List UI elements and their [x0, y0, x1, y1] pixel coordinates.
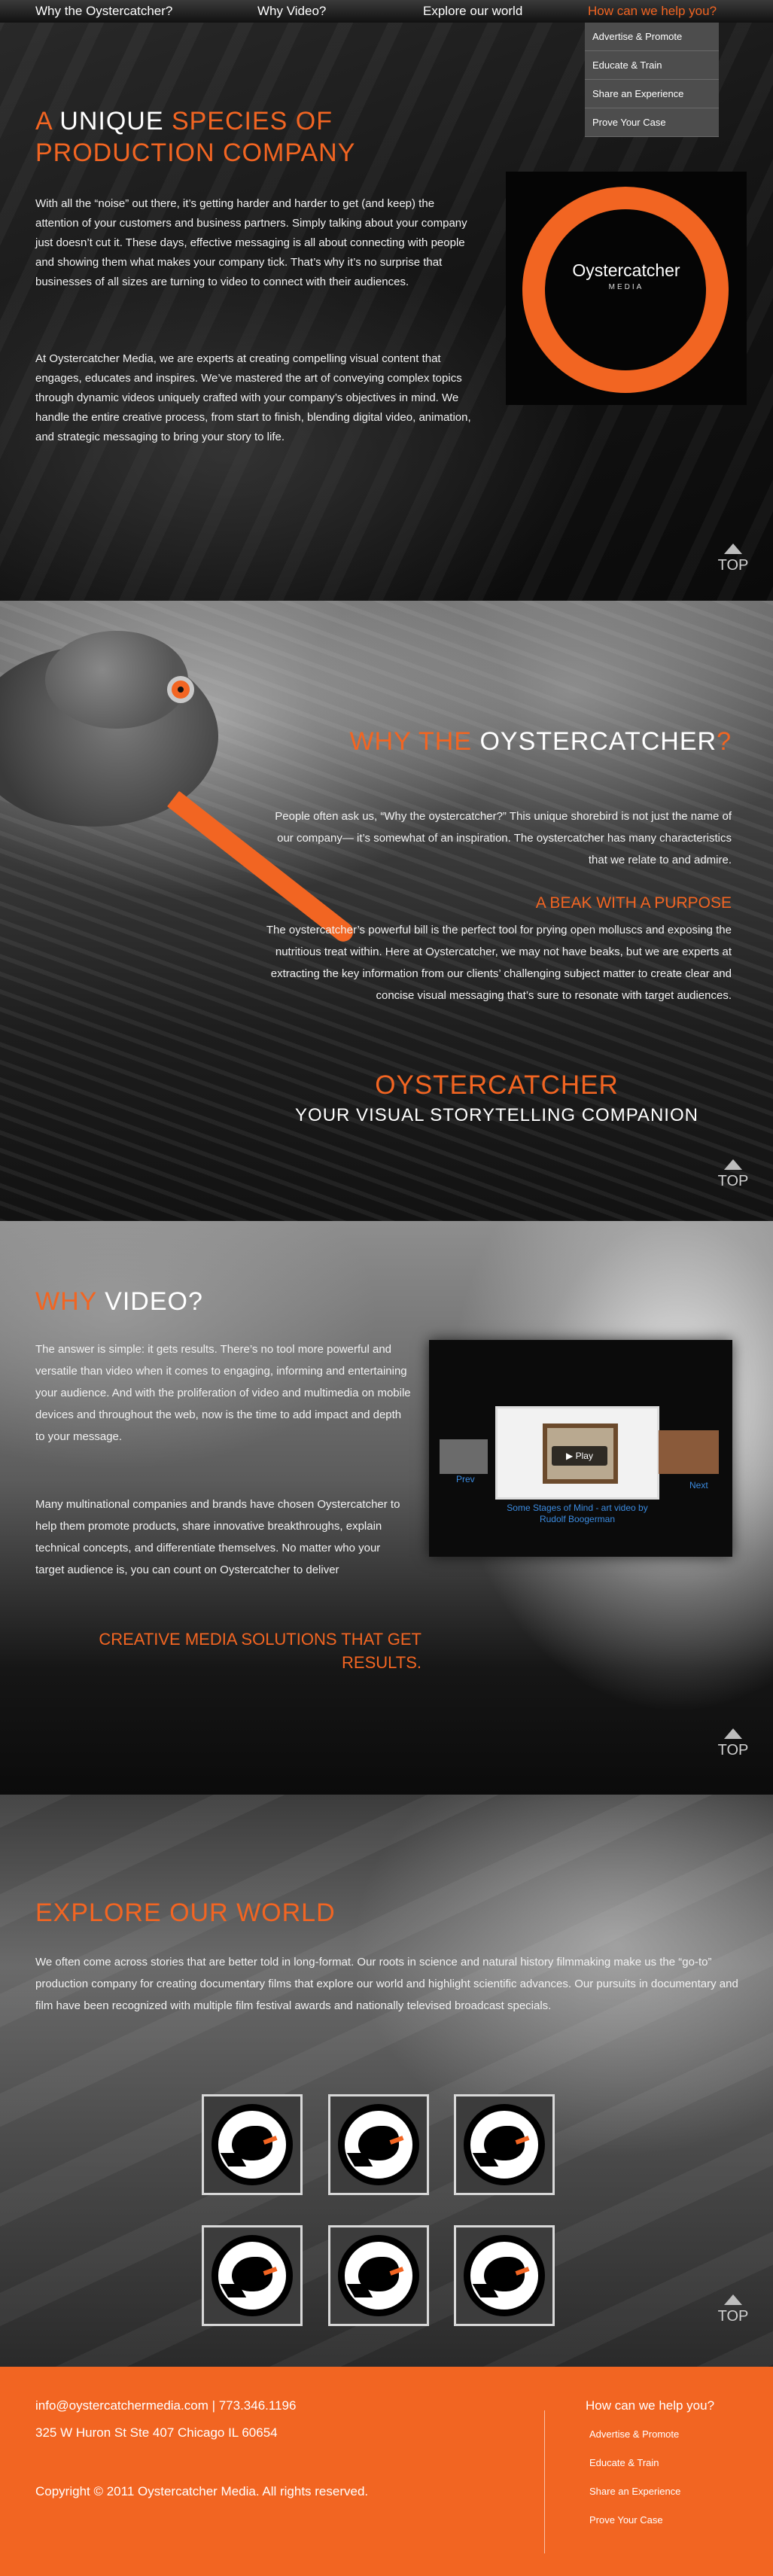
dropdown-item-share[interactable]: Share an Experience [585, 80, 719, 108]
explore-section: EXPLORE OUR WORLD We often come across s… [0, 1795, 773, 2367]
why-oystercatcher-heading: WHY THE OYSTERCATCHER? [349, 727, 732, 757]
bird-logo-icon [212, 2104, 293, 2185]
logo-name: Oystercatcher [572, 260, 680, 280]
back-to-top-link[interactable]: TOP [714, 1159, 752, 1190]
why-video-paragraph-1: The answer is simple: it gets results. T… [35, 1343, 411, 1443]
help-dropdown-menu: Advertise & Promote Educate & Train Shar… [585, 23, 719, 137]
why-video-heading-a: WHY [35, 1287, 97, 1316]
video-caption[interactable]: Some Stages of Mind - art video by Rudol… [495, 1503, 659, 1525]
film-tile-2[interactable] [328, 2094, 429, 2195]
film-tile-6[interactable] [454, 2225, 555, 2326]
why-video-paragraph-2: Many multinational companies and brands … [35, 1498, 400, 1576]
top-label: TOP [717, 1173, 749, 1189]
nav-explore[interactable]: Explore our world [423, 4, 522, 19]
why-oyster-heading-a: WHY THE [349, 727, 472, 756]
footer-help-heading: How can we help you? [586, 2398, 715, 2413]
play-button[interactable]: ▶ Play [552, 1446, 607, 1466]
dropdown-item-prove[interactable]: Prove Your Case [585, 108, 719, 137]
top-nav: Why the Oystercatcher? Why Video? Explor… [0, 0, 773, 23]
next-video-thumbnail[interactable] [659, 1430, 719, 1474]
footer-link-advertise[interactable]: Advertise & Promote [589, 2428, 679, 2440]
explore-paragraph: We often come across stories that are be… [35, 1956, 738, 2012]
logo-sub: MEDIA [608, 283, 644, 291]
nav-why-oystercatcher[interactable]: Why the Oystercatcher? [35, 4, 172, 19]
oystercatcher-eye [167, 676, 194, 703]
dropdown-item-educate[interactable]: Educate & Train [585, 51, 719, 80]
nav-why-video[interactable]: Why Video? [257, 4, 326, 19]
creative-media-cta: CREATIVE MEDIA SOLUTIONS THAT GET RESULT… [99, 1630, 421, 1672]
footer-link-educate[interactable]: Educate & Train [589, 2457, 659, 2468]
back-to-top-link[interactable]: TOP [714, 1728, 752, 1759]
bird-logo-icon [338, 2235, 419, 2316]
bird-logo-icon [464, 2104, 545, 2185]
oystercatcher-bird-head [45, 631, 188, 729]
hero-paragraph-2: At Oystercatcher Media, we are experts a… [35, 352, 471, 443]
footer-link-share[interactable]: Share an Experience [589, 2486, 680, 2497]
bird-logo-icon [212, 2235, 293, 2316]
why-oyster-intro: People often ask us, “Why the oystercatc… [275, 810, 732, 866]
up-arrow-icon [724, 544, 742, 554]
top-label: TOP [717, 557, 749, 574]
hero-heading-b: UNIQUE [59, 107, 164, 135]
top-label: TOP [717, 2308, 749, 2325]
hero-heading: A UNIQUE SPECIES OF PRODUCTION COMPANY [35, 105, 355, 169]
prev-video-thumbnail[interactable] [440, 1439, 488, 1474]
video-player: ▶ Play Prev Next Some Stages of Mind - a… [429, 1340, 732, 1557]
hero-heading-c: SPECIES OF [171, 107, 333, 135]
top-label: TOP [717, 1742, 749, 1758]
footer-link-prove[interactable]: Prove Your Case [589, 2514, 663, 2526]
next-link[interactable]: Next [689, 1480, 708, 1490]
back-to-top-link[interactable]: TOP [714, 2294, 752, 2325]
film-tile-4[interactable] [202, 2225, 303, 2326]
film-tile-1[interactable] [202, 2094, 303, 2195]
prev-link[interactable]: Prev [456, 1474, 475, 1484]
back-to-top-link[interactable]: TOP [714, 544, 752, 574]
bird-logo-icon [338, 2104, 419, 2185]
why-oystercatcher-section: WHY THE OYSTERCATCHER? People often ask … [0, 601, 773, 1221]
footer-copyright: Copyright © 2011 Oystercatcher Media. Al… [35, 2484, 369, 2498]
why-video-section: WHY VIDEO? The answer is simple: it gets… [0, 1221, 773, 1795]
hero-heading-d: PRODUCTION COMPANY [35, 139, 356, 167]
footer-divider [544, 2410, 545, 2553]
beak-subheading: A BEAK WITH A PURPOSE [535, 894, 732, 912]
nav-how-can-we-help[interactable]: How can we help you? [588, 4, 717, 19]
beak-paragraph: The oystercatcher’s powerful bill is the… [266, 924, 732, 1002]
footer: info@oystercatchermedia.com | 773.346.11… [0, 2367, 773, 2576]
hero-paragraph-1: With all the “noise” out there, it’s get… [35, 197, 467, 288]
up-arrow-icon [724, 1728, 742, 1739]
film-tile-5[interactable] [328, 2225, 429, 2326]
film-tile-3[interactable] [454, 2094, 555, 2195]
explore-heading: EXPLORE OUR WORLD [35, 1899, 336, 1927]
brand-tagline: YOUR VISUAL STORYTELLING COMPANION [295, 1105, 698, 1125]
why-video-heading-b: VIDEO? [105, 1287, 203, 1316]
up-arrow-icon [724, 1159, 742, 1170]
video-main-thumbnail[interactable]: ▶ Play [495, 1406, 659, 1500]
footer-address: 325 W Huron St Ste 407 Chicago IL 60654 [35, 2425, 278, 2440]
footer-contact[interactable]: info@oystercatchermedia.com | 773.346.11… [35, 2398, 296, 2413]
company-logo: Oystercatcher MEDIA [506, 172, 747, 405]
brand-tag: OYSTERCATCHER [375, 1070, 619, 1100]
up-arrow-icon [724, 2294, 742, 2305]
hero-heading-a: A [35, 107, 52, 135]
bird-logo-icon [464, 2235, 545, 2316]
why-video-heading: WHY VIDEO? [35, 1287, 203, 1317]
why-oyster-heading-c: ? [717, 727, 732, 756]
why-oyster-heading-b: OYSTERCATCHER [479, 727, 717, 756]
dropdown-item-advertise[interactable]: Advertise & Promote [585, 23, 719, 51]
